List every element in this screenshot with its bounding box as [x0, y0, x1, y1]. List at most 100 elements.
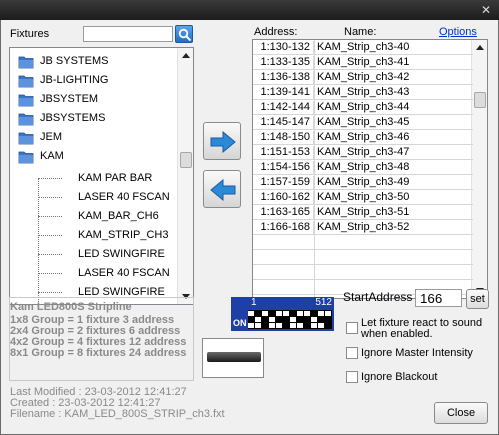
patched-fixtures-table[interactable]: 1:130-132 KAM_Strip_ch3-40 1:133-135 KAM_St…: [252, 39, 488, 299]
dmx-channel-cell: [318, 311, 324, 316]
tree-fixture-item[interactable]: KAM PAR BAR: [10, 169, 178, 188]
dmx-universe-map: 1 512 ON: [231, 297, 334, 331]
dmx-channel-cell: [290, 317, 296, 322]
name-cell: KAM_Strip_ch3-43: [317, 86, 410, 98]
tree-scrollbar[interactable]: [177, 48, 193, 304]
address-cell: 1:166-168: [253, 221, 314, 235]
address-cell: 1:142-144: [253, 101, 314, 115]
tree-fixture-item[interactable]: KAM_STRIP_CH3: [10, 226, 178, 245]
tree-fixture-item[interactable]: LASER 40 FSCAN: [10, 188, 178, 207]
table-row[interactable]: 1:160-162 KAM_Strip_ch3-50: [253, 190, 473, 205]
arrow-right-icon: [210, 131, 236, 153]
close-button[interactable]: Close: [434, 402, 488, 424]
table-row[interactable]: 1:130-132 KAM_Strip_ch3-40: [253, 40, 473, 55]
folder-icon: [18, 94, 34, 107]
filename-text: Filename : KAM_LED_800S_STRIP_ch3.fxt: [10, 408, 225, 420]
dmx-channel-cell: [297, 323, 303, 328]
title-bar: ✕: [0, 0, 499, 20]
dmx-channel-cell: [311, 323, 317, 328]
address-cell: 1:157-159: [253, 176, 314, 190]
fixture-info-title: Kam LED800S Stripline: [10, 301, 132, 313]
tree-fixture-label: LASER 40 FSCAN: [78, 267, 170, 279]
table-row[interactable]: 1:139-141 KAM_Strip_ch3-43: [253, 85, 473, 100]
table-row[interactable]: 1:154-156 KAM_Strip_ch3-48: [253, 160, 473, 175]
tree-connector: [38, 235, 62, 236]
fixture-dialog: Fixtures JB SYSTEMS JB-LIGHTING JBSYSTEM JB…: [0, 20, 499, 435]
remove-fixture-button[interactable]: [203, 170, 241, 208]
set-address-button[interactable]: set: [466, 289, 489, 309]
scroll-up-icon[interactable]: [476, 45, 484, 50]
address-cell: 1:133-135: [253, 56, 314, 70]
ignore-master-intensity-checkbox[interactable]: [346, 347, 358, 359]
start-address-label: StartAddress :: [343, 290, 420, 304]
start-address-input[interactable]: [415, 289, 462, 307]
options-link[interactable]: Options: [439, 26, 477, 38]
scroll-up-icon[interactable]: [182, 53, 190, 58]
table-row[interactable]: 1:163-165 KAM_Strip_ch3-51: [253, 205, 473, 220]
tree-fixture-item[interactable]: LED SWINGFIRE: [10, 245, 178, 264]
table-row[interactable]: 1:133-135 KAM_Strip_ch3-41: [253, 55, 473, 70]
table-row[interactable]: 1:166-168 KAM_Strip_ch3-52: [253, 220, 473, 235]
led-strip-icon: [207, 352, 261, 362]
name-cell: KAM_Strip_ch3-42: [317, 71, 410, 83]
name-cell: KAM_Strip_ch3-44: [317, 101, 410, 113]
tree-folder-label: KAM: [40, 150, 64, 162]
tree-folder-label: JB SYSTEMS: [40, 55, 109, 67]
add-fixture-button[interactable]: [203, 122, 241, 160]
address-column-header: Address:: [254, 26, 298, 38]
fixture-search-input[interactable]: [83, 26, 173, 42]
tree-folder[interactable]: JB-LIGHTING: [10, 71, 178, 90]
dmx-channel-cell: [269, 317, 275, 322]
fixture-image: [202, 338, 264, 378]
table-row[interactable]: 1:151-153 KAM_Strip_ch3-47: [253, 145, 473, 160]
dmx-start-channel: 1: [251, 297, 257, 308]
table-row[interactable]: 1:136-138 KAM_Strip_ch3-42: [253, 70, 473, 85]
scroll-thumb[interactable]: [474, 92, 486, 108]
search-button[interactable]: [175, 25, 193, 43]
dmx-channel-cell: [276, 323, 282, 328]
address-cell: 1:148-150: [253, 131, 314, 145]
tree-folder[interactable]: JBSYSTEMS: [10, 109, 178, 128]
tree-folder[interactable]: KAM: [10, 147, 178, 166]
table-row[interactable]: 1:148-150 KAM_Strip_ch3-46: [253, 130, 473, 145]
table-row[interactable]: 1:145-147 KAM_Strip_ch3-45: [253, 115, 473, 130]
dmx-channel-cell: [311, 317, 317, 322]
tree-fixture-label: KAM_STRIP_CH3: [78, 229, 169, 241]
address-cell: 1:160-162: [253, 191, 314, 205]
name-cell: KAM_Strip_ch3-50: [317, 191, 410, 203]
dmx-channel-cell: [276, 311, 282, 316]
dmx-channel-cell: [318, 323, 324, 328]
fixture-info-line: 8x1 Group = 8 fixtures 24 address: [10, 347, 187, 359]
arrow-left-icon: [210, 179, 236, 201]
window-close-icon[interactable]: ✕: [479, 3, 493, 17]
table-row[interactable]: 1:157-159 KAM_Strip_ch3-49: [253, 175, 473, 190]
name-cell: KAM_Strip_ch3-49: [317, 176, 410, 188]
dmx-channel-cell: [262, 311, 268, 316]
ignore-blackout-checkbox[interactable]: [346, 371, 358, 383]
fixture-info-panel: Kam LED800S Stripline 1x8 Group = 1 fixt…: [9, 297, 194, 381]
address-cell: 1:163-165: [253, 206, 314, 220]
fixture-tree[interactable]: JB SYSTEMS JB-LIGHTING JBSYSTEM JBSYSTEMS JE…: [9, 47, 194, 305]
dmx-channel-cell: [269, 323, 275, 328]
name-column-header: Name:: [344, 26, 377, 38]
dmx-channel-cell: [248, 311, 254, 316]
table-row[interactable]: 1:142-144 KAM_Strip_ch3-44: [253, 100, 473, 115]
table-scrollbar[interactable]: [471, 40, 487, 298]
tree-fixture-item[interactable]: KAM_BAR_CH6: [10, 207, 178, 226]
tree-fixture-label: KAM_BAR_CH6: [78, 210, 159, 222]
dmx-end-channel: 512: [315, 297, 332, 308]
tree-fixture-label: LASER 40 FSCAN: [78, 191, 170, 203]
sound-checkbox[interactable]: [346, 322, 358, 334]
tree-folder[interactable]: JBSYSTEM: [10, 90, 178, 109]
empty-table-row: [253, 235, 473, 250]
tree-folder[interactable]: JEM: [10, 128, 178, 147]
scroll-thumb[interactable]: [180, 152, 192, 168]
tree-folder[interactable]: JB SYSTEMS: [10, 52, 178, 71]
address-cell: 1:154-156: [253, 161, 314, 175]
tree-connector: [38, 178, 62, 179]
tree-connector: [38, 197, 62, 198]
name-cell: KAM_Strip_ch3-47: [317, 146, 410, 158]
tree-fixture-item[interactable]: LASER 40 FSCAN: [10, 264, 178, 283]
ignore-master-intensity-label: Ignore Master Intensity: [361, 347, 473, 359]
tree-fixture-label: LED SWINGFIRE: [78, 248, 165, 260]
